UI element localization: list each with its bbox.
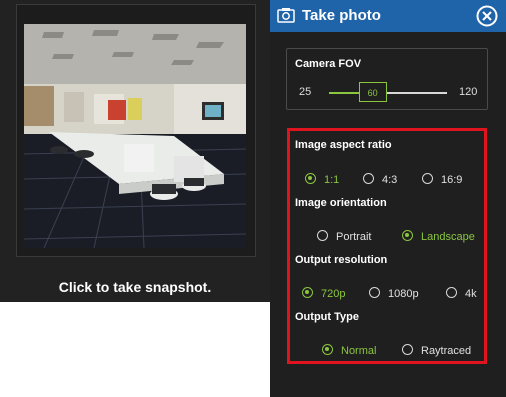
camera-fov-section: Camera FOV 25 60 120: [286, 48, 488, 110]
fov-min-label: 25: [299, 86, 312, 98]
resolution-option-4k[interactable]: 4k: [446, 287, 477, 300]
radio-icon: [422, 173, 433, 184]
orientation-option-portrait[interactable]: Portrait: [317, 230, 372, 243]
photo-options-section: Image aspect ratio 1:1 4:3 16:9 Image or…: [287, 128, 487, 364]
snapshot-instruction[interactable]: Click to take snapshot.: [0, 279, 270, 295]
radio-icon: [402, 230, 413, 241]
radio-icon: [302, 287, 313, 298]
output-type-option-label: Raytraced: [421, 345, 472, 357]
aspect-option-label: 4:3: [382, 174, 398, 186]
camera-icon: [277, 8, 295, 23]
aspect-option-4-3[interactable]: 4:3: [363, 173, 398, 186]
orientation-option-label: Portrait: [336, 231, 372, 243]
aspect-option-1-1[interactable]: 1:1: [305, 173, 340, 186]
fov-slider-thumb[interactable]: 60: [358, 82, 387, 102]
preview-frame[interactable]: [16, 4, 256, 257]
preview-pane: Click to take snapshot.: [0, 0, 270, 302]
radio-icon: [322, 344, 333, 355]
radio-icon: [402, 344, 413, 355]
radio-icon: [369, 287, 380, 298]
output-type-option-label: Normal: [341, 345, 377, 357]
orientation-title: Image orientation: [295, 197, 387, 209]
title-bar: Take photo: [270, 0, 506, 32]
orientation-option-label: Landscape: [421, 231, 475, 243]
dialog-title: Take photo: [302, 7, 381, 24]
aspect-ratio-title: Image aspect ratio: [295, 139, 392, 151]
fov-title: Camera FOV: [295, 58, 362, 70]
resolution-option-1080p[interactable]: 1080p: [369, 287, 419, 300]
orientation-option-landscape[interactable]: Landscape: [402, 230, 475, 243]
output-resolution-title: Output resolution: [295, 254, 388, 266]
fov-slider-track[interactable]: [329, 92, 447, 94]
resolution-option-720p[interactable]: 720p: [302, 287, 346, 300]
aspect-option-16-9[interactable]: 16:9: [422, 173, 463, 186]
aspect-option-label: 1:1: [324, 174, 340, 186]
output-type-option-normal[interactable]: Normal: [322, 344, 377, 357]
radio-icon: [317, 230, 328, 241]
resolution-option-label: 720p: [321, 288, 346, 300]
radio-icon: [305, 173, 316, 184]
radio-icon: [363, 173, 374, 184]
office-preview-image[interactable]: [24, 24, 246, 248]
take-photo-panel: Take photo Camera FOV 25 60 120 Image as…: [270, 0, 506, 397]
output-type-title: Output Type: [295, 311, 359, 323]
resolution-option-label: 4k: [465, 288, 477, 300]
close-icon[interactable]: [476, 5, 498, 27]
resolution-option-label: 1080p: [388, 288, 419, 300]
fov-max-label: 120: [459, 86, 478, 98]
radio-icon: [446, 287, 457, 298]
aspect-option-label: 16:9: [441, 174, 463, 186]
output-type-option-raytraced[interactable]: Raytraced: [402, 344, 472, 357]
